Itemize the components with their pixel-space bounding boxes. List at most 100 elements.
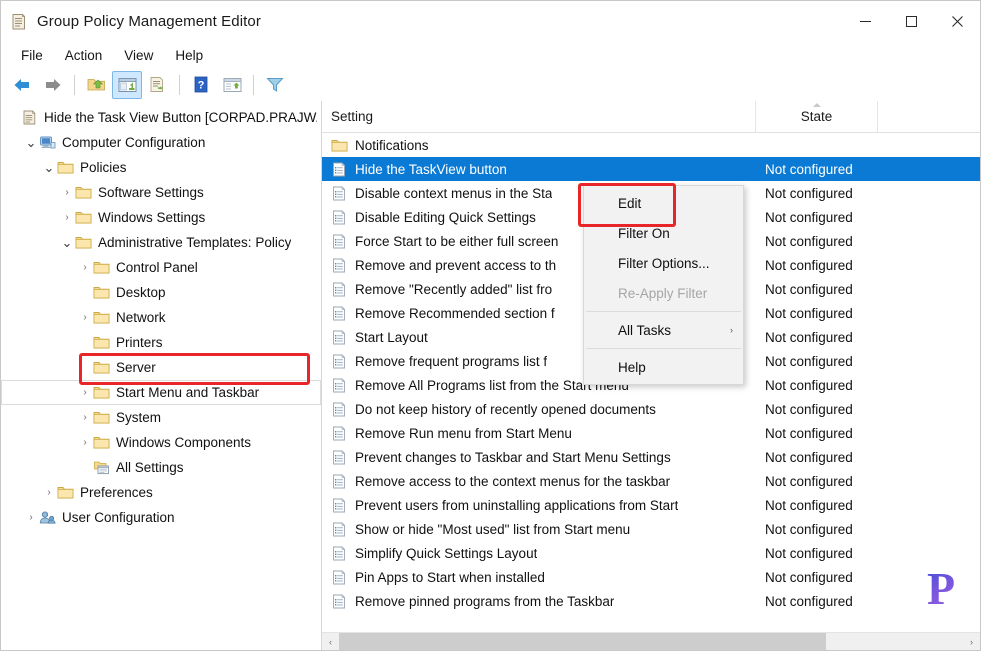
close-button[interactable] <box>934 1 980 42</box>
tree-item-all-settings[interactable]: All Settings <box>1 455 321 480</box>
tree-item-user-configuration[interactable]: › User Configuration <box>1 505 321 530</box>
context-menu-filter-options[interactable]: Filter Options... <box>584 248 743 278</box>
menu-view[interactable]: View <box>113 45 164 66</box>
setting-name-label: Simplify Quick Settings Layout <box>355 545 538 561</box>
context-menu-edit[interactable]: Edit <box>584 188 743 218</box>
tree-item-label: Hide the Task View Button [CORPAD.PRAJW/ <box>44 110 317 125</box>
chevron-right-icon[interactable]: › <box>23 512 39 523</box>
tree-item-windows-components[interactable]: › Windows Components <box>1 430 321 455</box>
folder-icon <box>93 337 110 349</box>
setting-state-cell: Not configured <box>765 329 853 345</box>
forward-button[interactable] <box>38 71 68 99</box>
folder-icon <box>93 437 110 449</box>
scrollbar-track[interactable] <box>339 633 963 650</box>
scroll-left-arrow-icon[interactable]: ‹ <box>322 633 339 650</box>
setting-name-label: Prevent users from uninstalling applicat… <box>355 497 679 513</box>
tree-item-printers[interactable]: Printers <box>1 330 321 355</box>
policy-setting-icon <box>333 377 346 392</box>
settings-list-row[interactable]: Notifications <box>322 133 980 157</box>
context-menu: Edit Filter On Filter Options... Re-Apply F… <box>583 185 744 385</box>
forward-arrow-icon <box>44 77 62 93</box>
settings-list-row[interactable]: Pin Apps to Start when installed Not conf… <box>322 565 980 589</box>
tree-item-label: Policies <box>80 160 127 175</box>
tree-item-control-panel[interactable]: › Control Panel <box>1 255 321 280</box>
chevron-right-icon[interactable]: › <box>59 187 75 198</box>
chevron-down-icon[interactable]: ⌄ <box>23 136 39 149</box>
setting-state-cell: Not configured <box>765 425 853 441</box>
chevron-right-icon[interactable]: › <box>77 312 93 323</box>
minimize-button[interactable] <box>842 1 888 42</box>
filter-button[interactable] <box>260 71 290 99</box>
chevron-right-icon[interactable]: › <box>77 437 93 448</box>
tree-item-preferences[interactable]: › Preferences <box>1 480 321 505</box>
chevron-down-icon[interactable]: ⌄ <box>41 161 57 174</box>
settings-list-row[interactable]: Hide the TaskView button Not configured <box>322 157 980 181</box>
policy-setting-icon <box>333 545 346 560</box>
maximize-button[interactable] <box>888 1 934 42</box>
menu-action[interactable]: Action <box>54 45 114 66</box>
settings-list-row[interactable]: Show or hide "Most used" list from Start… <box>322 517 980 541</box>
settings-list-row[interactable]: Simplify Quick Settings Layout Not config… <box>322 541 980 565</box>
settings-list-row[interactable]: Do not keep history of recently opened d… <box>322 397 980 421</box>
settings-list-row[interactable]: Prevent changes to Taskbar and Start Men… <box>322 445 980 469</box>
settings-list-row[interactable]: Remove pinned programs from the Taskbar N… <box>322 589 980 613</box>
tree-item-computer-configuration[interactable]: ⌄ Computer Configuration <box>1 130 321 155</box>
tree-item-policies[interactable]: ⌄ Policies <box>1 155 321 180</box>
folder-icon <box>75 237 92 249</box>
context-menu-filter-on[interactable]: Filter On <box>584 218 743 248</box>
scrollbar-thumb[interactable] <box>339 633 826 650</box>
policy-setting-icon <box>333 521 346 536</box>
up-one-level-button[interactable] <box>81 71 111 99</box>
properties-window-icon <box>223 77 242 93</box>
help-question-icon: ? <box>193 76 209 93</box>
column-header-state[interactable]: State <box>756 101 878 132</box>
tree-item-label: Windows Settings <box>98 210 206 225</box>
setting-name-label: Remove "Recently added" list fro <box>355 281 553 297</box>
toolbar-separator <box>253 74 254 95</box>
chevron-right-icon[interactable]: › <box>77 262 93 273</box>
settings-list-row[interactable]: Prevent users from uninstalling applicat… <box>322 493 980 517</box>
tree-item-label: Windows Components <box>116 435 252 450</box>
policy-setting-icon <box>333 473 346 488</box>
menu-file[interactable]: File <box>10 45 54 66</box>
chevron-right-icon[interactable]: › <box>41 487 57 498</box>
setting-state-cell: Not configured <box>765 161 853 177</box>
submenu-arrow-icon: › <box>730 325 733 335</box>
tree-item-administrative-templates[interactable]: ⌄ Administrative Templates: Policy <box>1 230 321 255</box>
tree-item-server[interactable]: Server <box>1 355 321 380</box>
chevron-right-icon[interactable]: › <box>59 212 75 223</box>
properties-button[interactable] <box>217 71 247 99</box>
show-hide-console-tree-button[interactable] <box>112 70 142 99</box>
setting-name-label: Disable Editing Quick Settings <box>355 209 536 225</box>
tree-item-windows-settings[interactable]: › Windows Settings <box>1 205 321 230</box>
help-button[interactable]: ? <box>186 71 216 99</box>
back-button[interactable] <box>7 71 37 99</box>
column-header-setting[interactable]: Setting <box>322 101 756 132</box>
tree-item-software-settings[interactable]: › Software Settings <box>1 180 321 205</box>
setting-name-label: Pin Apps to Start when installed <box>355 569 545 585</box>
scroll-right-arrow-icon[interactable]: › <box>963 633 980 650</box>
tree-item-start-menu-and-taskbar[interactable]: › Start Menu and Taskbar <box>1 380 321 405</box>
column-header-comment[interactable] <box>878 101 980 132</box>
chevron-right-icon[interactable]: › <box>77 387 93 398</box>
setting-name-cell: Prevent users from uninstalling applicat… <box>322 498 756 513</box>
setting-state-cell: Not configured <box>765 233 853 249</box>
policy-setting-icon <box>333 449 346 464</box>
setting-name-label: Notifications <box>355 137 429 153</box>
settings-list-row[interactable]: Remove Run menu from Start Menu Not confi… <box>322 421 980 445</box>
setting-state-cell: Not configured <box>765 497 853 513</box>
policy-setting-icon <box>333 209 346 224</box>
setting-name-cell: Remove pinned programs from the Taskbar <box>322 594 756 609</box>
export-list-button[interactable] <box>143 71 173 99</box>
horizontal-scrollbar[interactable]: ‹ › <box>322 632 980 650</box>
tree-item-network[interactable]: › Network <box>1 305 321 330</box>
tree-item-desktop[interactable]: Desktop <box>1 280 321 305</box>
tree-item-root[interactable]: Hide the Task View Button [CORPAD.PRAJW/ <box>1 105 321 130</box>
chevron-right-icon[interactable]: › <box>77 412 93 423</box>
context-menu-help[interactable]: Help <box>584 352 743 382</box>
chevron-down-icon[interactable]: ⌄ <box>59 236 75 249</box>
tree-item-system[interactable]: › System <box>1 405 321 430</box>
settings-list-row[interactable]: Remove access to the context menus for t… <box>322 469 980 493</box>
menu-help[interactable]: Help <box>164 45 214 66</box>
context-menu-all-tasks[interactable]: All Tasks › <box>584 315 743 345</box>
